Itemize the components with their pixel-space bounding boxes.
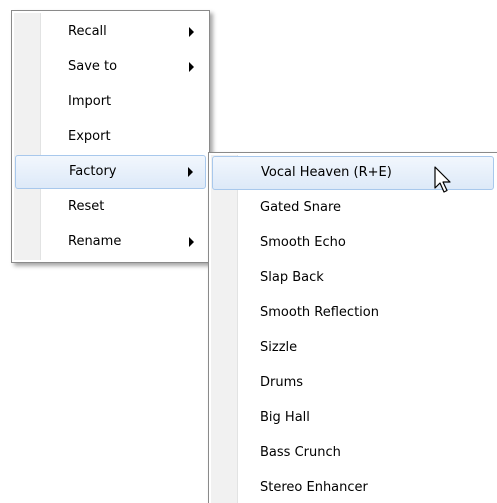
submenu-item-big-hall[interactable]: Big Hall — [212, 401, 494, 435]
menu-item-recall[interactable]: Recall — [15, 15, 206, 49]
mouse-pointer-icon — [434, 166, 451, 193]
menu-item-label: Import — [68, 94, 112, 109]
submenu-item-label: Smooth Echo — [260, 235, 346, 250]
menu-item-label: Save to — [68, 59, 118, 74]
context-menu: Recall Save to Import Export Factory Res… — [11, 10, 210, 263]
submenu-item-slap-back[interactable]: Slap Back — [212, 261, 494, 295]
menu-item-label: Recall — [68, 24, 107, 39]
submenu-arrow-icon — [189, 27, 194, 37]
menu-item-factory[interactable]: Factory — [15, 155, 206, 189]
submenu-item-smooth-reflection[interactable]: Smooth Reflection — [212, 296, 494, 330]
menu-item-reset[interactable]: Reset — [15, 190, 206, 224]
submenu-item-drums[interactable]: Drums — [212, 366, 494, 400]
screen: Recall Save to Import Export Factory Res… — [0, 0, 497, 503]
submenu-arrow-icon — [189, 62, 194, 72]
submenu-arrow-icon — [189, 237, 194, 247]
submenu-item-label: Smooth Reflection — [260, 305, 379, 320]
submenu-item-label: Vocal Heaven (R+E) — [261, 165, 392, 180]
menu-item-save-to[interactable]: Save to — [15, 50, 206, 84]
submenu-item-stereo-enhancer[interactable]: Stereo Enhancer — [212, 471, 494, 503]
submenu-item-label: Sizzle — [260, 340, 298, 355]
submenu-item-sizzle[interactable]: Sizzle — [212, 331, 494, 365]
submenu-item-label: Stereo Enhancer — [260, 480, 368, 495]
submenu-arrow-icon — [188, 167, 193, 177]
submenu-item-label: Drums — [260, 375, 304, 390]
submenu-item-label: Big Hall — [260, 410, 310, 425]
menu-item-label: Factory — [69, 164, 117, 179]
menu-item-label: Reset — [68, 199, 105, 214]
submenu-item-smooth-echo[interactable]: Smooth Echo — [212, 226, 494, 260]
submenu-item-gated-snare[interactable]: Gated Snare — [212, 191, 494, 225]
menu-item-export[interactable]: Export — [15, 120, 206, 154]
submenu-item-label: Slap Back — [260, 270, 324, 285]
submenu-item-label: Bass Crunch — [260, 445, 341, 460]
factory-submenu: Vocal Heaven (R+E) Gated Snare Smooth Ec… — [208, 152, 497, 503]
menu-item-import[interactable]: Import — [15, 85, 206, 119]
menu-item-rename[interactable]: Rename — [15, 225, 206, 259]
menu-item-label: Export — [68, 129, 111, 144]
menu-item-label: Rename — [68, 234, 122, 249]
submenu-item-bass-crunch[interactable]: Bass Crunch — [212, 436, 494, 470]
submenu-item-label: Gated Snare — [260, 200, 342, 215]
